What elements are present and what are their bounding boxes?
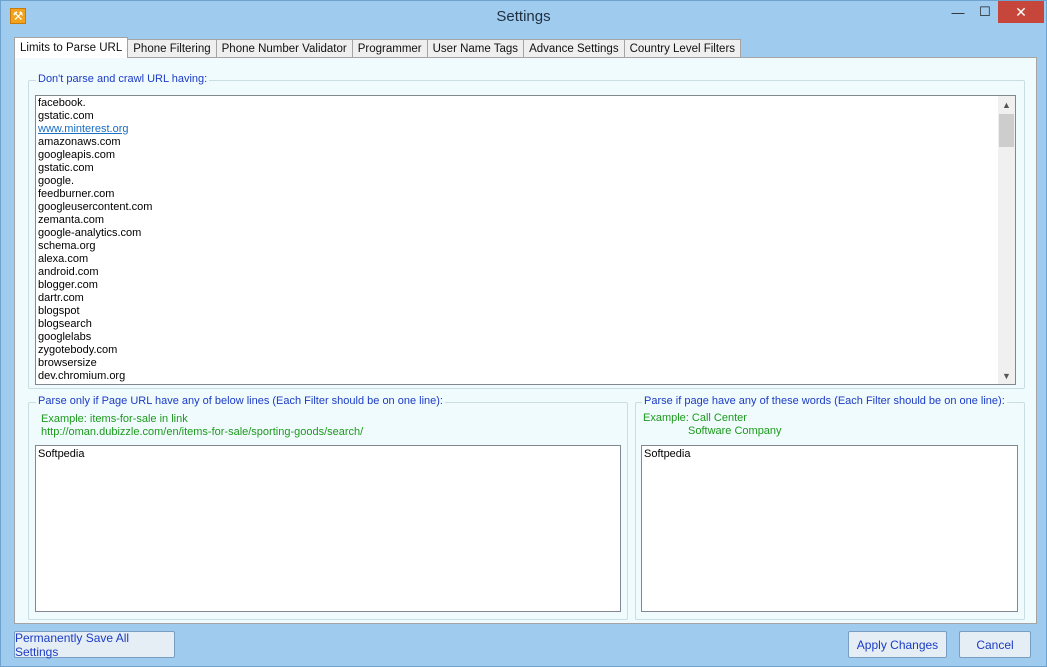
list-item[interactable]: blogger.com <box>38 279 998 292</box>
tab-strip: Limits to Parse URL Phone Filtering Phon… <box>14 37 742 58</box>
url-filter-group: Parse only if Page URL have any of below… <box>28 395 628 620</box>
list-item[interactable]: zygotebody.com <box>38 344 998 357</box>
scroll-down-icon[interactable]: ▼ <box>998 367 1015 384</box>
word-filter-example: Example: Call Center <box>643 412 747 424</box>
scroll-thumb[interactable] <box>999 114 1014 147</box>
url-filter-textarea[interactable]: Softpedia <box>35 445 621 612</box>
list-item[interactable]: googleapis.com <box>38 149 998 162</box>
settings-window: ⚒ Settings — ☐ ✕ Limits to Parse URL Pho… <box>0 0 1047 667</box>
list-item[interactable]: schema.org <box>38 240 998 253</box>
maximize-button[interactable]: ☐ <box>972 1 998 23</box>
tab-user-name-tags[interactable]: User Name Tags <box>426 39 525 58</box>
list-item[interactable]: alexa.com <box>38 253 998 266</box>
word-filter-group: Parse if page have any of these words (E… <box>635 395 1025 620</box>
word-filter-label: Parse if page have any of these words (E… <box>642 395 1007 407</box>
list-item[interactable]: facebook. <box>38 97 998 110</box>
scroll-up-icon[interactable]: ▲ <box>998 96 1015 113</box>
list-item[interactable]: android.com <box>38 266 998 279</box>
url-filter-example-url: http://oman.dubizzle.com/en/items-for-sa… <box>41 426 364 438</box>
list-item[interactable]: amazonaws.com <box>38 136 998 149</box>
tab-limits-to-parse-url[interactable]: Limits to Parse URL <box>14 37 129 58</box>
list-scrollbar[interactable]: ▲ ▼ <box>998 96 1015 384</box>
window-title: Settings <box>496 8 551 25</box>
close-button[interactable]: ✕ <box>998 1 1044 23</box>
apply-changes-button[interactable]: Apply Changes <box>848 631 947 658</box>
title-bar: ⚒ Settings — ☐ ✕ <box>1 1 1046 33</box>
list-item[interactable]: blogspot <box>38 305 998 318</box>
list-item[interactable]: www.minterest.org <box>38 123 998 136</box>
tab-country-level-filters[interactable]: Country Level Filters <box>623 39 742 58</box>
minimize-button[interactable]: — <box>944 1 972 23</box>
tab-phone-number-validator[interactable]: Phone Number Validator <box>215 39 353 58</box>
word-filter-textarea[interactable]: Softpedia <box>641 445 1018 612</box>
list-item[interactable]: browsersize <box>38 357 998 370</box>
list-item[interactable]: feedburner.com <box>38 188 998 201</box>
list-item[interactable]: gstatic.com <box>38 110 998 123</box>
list-item[interactable]: dev.chromium.org <box>38 370 998 383</box>
url-exclusion-list[interactable]: facebook. gstatic.com www.minterest.org ama… <box>35 95 1016 385</box>
url-exclusion-label: Don't parse and crawl URL having: <box>36 73 210 85</box>
url-filter-example: Example: items-for-sale in link <box>41 413 188 425</box>
list-item[interactable]: gstatic.com <box>38 162 998 175</box>
list-item[interactable]: zemanta.com <box>38 214 998 227</box>
list-item[interactable]: google-analytics.com <box>38 227 998 240</box>
list-item[interactable]: google. <box>38 175 998 188</box>
cancel-button[interactable]: Cancel <box>959 631 1031 658</box>
url-filter-label: Parse only if Page URL have any of below… <box>36 395 445 407</box>
tab-content: Don't parse and crawl URL having: facebo… <box>14 57 1037 624</box>
url-exclusion-items: facebook. gstatic.com www.minterest.org ama… <box>38 97 998 383</box>
list-item[interactable]: googleusercontent.com <box>38 201 998 214</box>
word-filter-example-line2: Software Company <box>688 425 782 437</box>
tab-phone-filtering[interactable]: Phone Filtering <box>127 39 217 58</box>
save-all-settings-button[interactable]: Permanently Save All Settings <box>14 631 175 659</box>
list-item[interactable]: blogsearch <box>38 318 998 331</box>
list-item[interactable]: dartr.com <box>38 292 998 305</box>
list-item[interactable]: googlelabs <box>38 331 998 344</box>
url-exclusion-group: Don't parse and crawl URL having: facebo… <box>28 73 1025 389</box>
tab-advance-settings[interactable]: Advance Settings <box>523 39 625 58</box>
tab-programmer[interactable]: Programmer <box>351 39 428 58</box>
